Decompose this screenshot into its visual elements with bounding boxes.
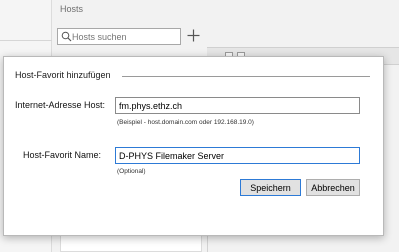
address-input[interactable] <box>116 98 359 113</box>
address-label: Internet-Adresse Host: <box>15 100 106 110</box>
name-hint: (Optional) <box>117 168 146 175</box>
name-field[interactable] <box>115 147 360 164</box>
search-icon <box>61 31 72 42</box>
cancel-button[interactable]: Abbrechen <box>306 179 360 196</box>
panel-divider <box>0 40 52 41</box>
save-button[interactable]: Speichern <box>240 179 301 196</box>
window-title: Hosts <box>60 4 84 14</box>
add-host-button[interactable] <box>185 27 202 44</box>
plus-icon <box>187 29 200 42</box>
group-divider <box>122 76 370 77</box>
add-host-favorite-dialog: Host-Favorit hinzufügen Internet-Adresse… <box>3 56 384 236</box>
address-field[interactable] <box>115 97 360 114</box>
group-title: Host-Favorit hinzufügen <box>15 70 117 80</box>
hosts-search-input[interactable] <box>72 30 178 43</box>
hosts-search-box[interactable] <box>57 28 181 45</box>
name-label: Host-Favorit Name: <box>23 150 102 160</box>
name-input[interactable] <box>116 148 359 163</box>
address-hint: (Beispiel - host.domain.com oder 192.168… <box>117 119 254 126</box>
